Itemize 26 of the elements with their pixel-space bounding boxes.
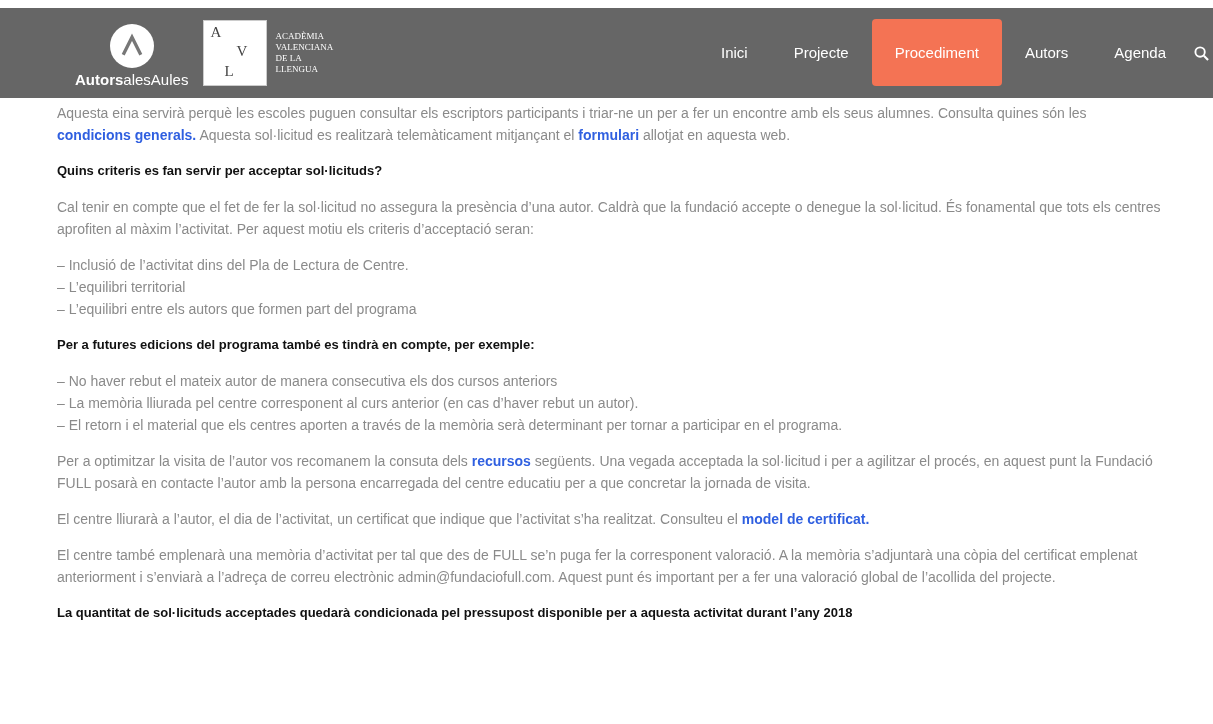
section-heading: La quantitat de sol·licituds acceptades quedarà condicionada pel pressupost disponible per a aquesta activitat durant l’any 2018 xyxy=(57,604,854,622)
nav-link[interactable]: Autors xyxy=(1001,18,1092,86)
paragraph: El centre també emplenarà una memòria d’activitat per tal que des de FULL se’n puga fer la corresponent valoració. A la memòria s’adjuntarà una còpia del certificat emplenat anteriorment i s’enviarà a l’adreça de correu electrònic admin@fundaciofull.com. Aquest punt és important per a fer una valoració global de l’acollida del projecte. xyxy=(57,546,1139,587)
nav-link[interactable]: Inici xyxy=(698,18,771,86)
paragraph: Per a optimitzar la visita de l’autor vos recomanem la consuta dels recursos següents. Una vegada acceptada la sol·licitud i per a agilitzar el procés, en aquest punt la Fundació FULL posarà en contacte l’autor amb la persona encarregada del centre educatiu per a que concretar la jornada de visita. xyxy=(57,452,1154,493)
nav-link[interactable]: Agenda xyxy=(1091,18,1189,86)
paragraph: El centre lliurarà a l’autor, el dia de l’activitat, un certificat que indique que l’activitat s’ha realitzat. Consulteu el model de certificat. xyxy=(57,510,871,529)
academy-logo[interactable]: A V L ACADÈMIA VALENCIANA DE LA LLENGUA xyxy=(203,20,334,86)
chevron-logo-icon[interactable] xyxy=(109,24,154,68)
text-link[interactable]: model de certificat. xyxy=(741,511,870,527)
list-item: – Inclusió de l’activitat dins del Pla de Lectura de Centre. xyxy=(57,256,409,275)
nav-link[interactable]: Projecte xyxy=(770,18,872,86)
brand-name[interactable]: AutorsalesAules xyxy=(75,71,189,88)
section-heading: Quins criteris es fan servir per acceptar sol·licituds? xyxy=(57,162,384,180)
text-link[interactable]: recursos xyxy=(471,453,531,469)
text-link[interactable]: formulari xyxy=(578,127,640,143)
list-item: – L’equilibri entre els autors que formen part del programa xyxy=(57,300,417,319)
search-icon[interactable] xyxy=(1194,45,1209,61)
paragraph: Aquesta eina servirà perquè les escoles puguen consultar els escriptors participants i triar-ne un per a fer un encontre amb els seus alumnes. Consulta quines són les condicions generals. Aquesta sol·licitud es realitzarà telemàticament mitjançant el formulari allotjat en aquesta web. xyxy=(57,104,1088,145)
text-link[interactable]: condicions generals. xyxy=(57,127,197,143)
section-heading: Per a futures edicions del programa també es tindrà en compte, per exemple: xyxy=(57,336,536,354)
list-item: – La memòria lliurada pel centre corresponent al curs anterior (en cas d’haver rebut un autor). xyxy=(57,394,639,413)
list-item: – El retorn i el material que els centres aporten a través de la memòria serà determinant per tornar a participar en el programa. xyxy=(57,416,843,435)
paragraph: Cal tenir en compte que el fet de fer la sol·licitud no assegura la presència d’una autor. Caldrà que la fundació accepte o denegue la sol·licitud. És fonamental que tots els centres aprofiten al màxim l’activitat. Per aquest motiu els criteris d’acceptació seran: xyxy=(57,198,1162,239)
list-item: – No haver rebut el mateix autor de manera consecutiva els dos cursos anteriors xyxy=(57,372,558,391)
list-item: – L’equilibri territorial xyxy=(57,278,186,297)
